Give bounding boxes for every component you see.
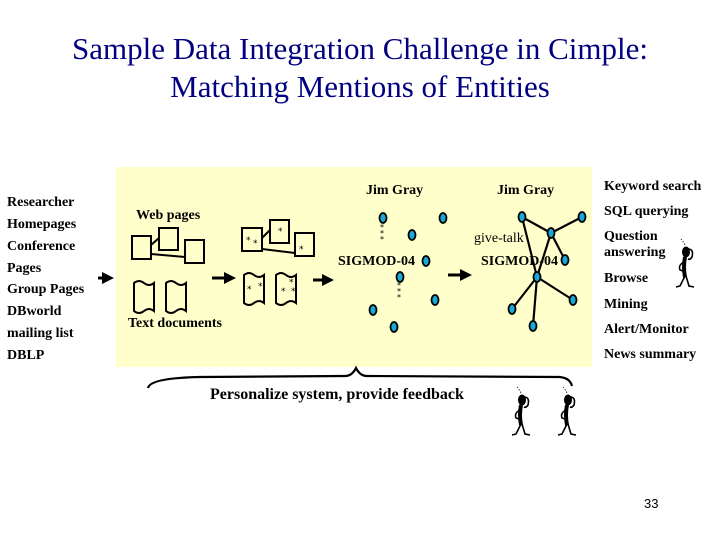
web-page-icon — [184, 239, 205, 264]
graph-node — [438, 212, 448, 224]
web-pages-raw — [131, 227, 205, 264]
svg-text:*: * — [380, 235, 384, 244]
svg-text:*: * — [299, 245, 304, 255]
web-page-icon — [294, 232, 315, 257]
web-page-icon — [241, 227, 263, 252]
svg-text:*: * — [278, 227, 283, 237]
text-documents-raw — [133, 280, 187, 314]
svg-text:*: * — [397, 293, 401, 302]
svg-text:*: * — [291, 287, 296, 297]
graph-edge — [511, 276, 538, 310]
diagram-graphics: * * * * * * ** * *** *** — [98, 211, 696, 437]
thinking-person-icon — [556, 385, 578, 437]
web-page-icon — [158, 227, 179, 251]
web-page-icon — [131, 235, 152, 260]
graph-edge — [550, 216, 583, 234]
svg-text:*: * — [281, 287, 286, 297]
svg-text:*: * — [246, 236, 251, 246]
text-document-icon — [133, 280, 155, 314]
thinking-person-icon — [510, 385, 532, 437]
graph-node — [368, 304, 378, 316]
svg-text:*: * — [247, 285, 252, 295]
graph-node — [430, 294, 440, 306]
graph-node — [421, 255, 431, 267]
text-document-icon — [165, 280, 187, 314]
graph-node — [507, 303, 517, 315]
graph-node — [577, 211, 587, 223]
graph-node — [407, 229, 417, 241]
graph-edge — [535, 232, 553, 278]
graph-node — [378, 212, 388, 224]
graph-node — [389, 321, 399, 333]
graph-node — [560, 254, 570, 266]
svg-text:*: * — [253, 239, 258, 249]
graph-node — [532, 271, 542, 283]
graph-node — [528, 320, 538, 332]
graph-edge — [536, 276, 574, 301]
graph-node — [546, 227, 556, 239]
feedback-brace — [146, 365, 574, 389]
thinking-person-icon — [674, 237, 696, 289]
graph-edge — [531, 276, 539, 327]
svg-text:*: * — [258, 282, 263, 292]
graph-edge — [520, 216, 539, 278]
graph-node — [568, 294, 578, 306]
graph-node — [517, 211, 527, 223]
entity-graph-after — [507, 211, 587, 332]
